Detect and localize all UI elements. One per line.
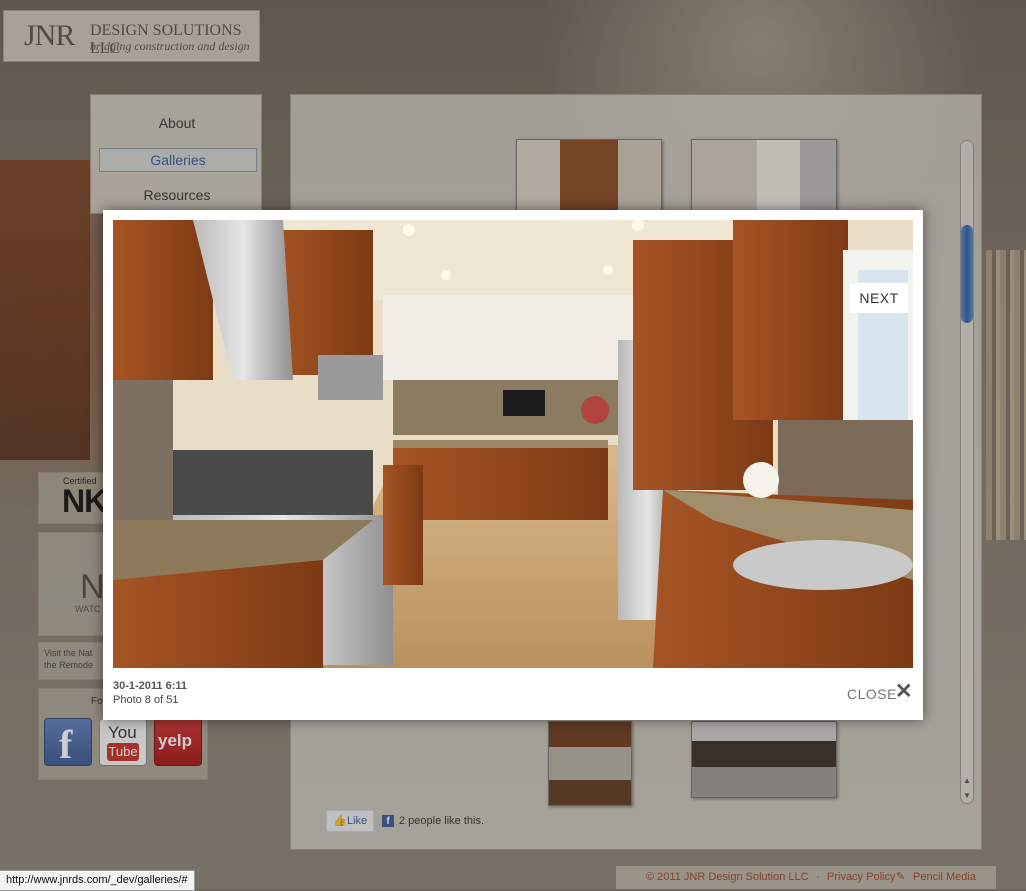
browser-status-bar: http://www.jnrds.com/_dev/galleries/#	[0, 870, 195, 891]
status-url: http://www.jnrds.com/_dev/galleries/#	[6, 874, 188, 886]
photo-counter: Photo 8 of 51	[113, 694, 179, 706]
lightbox-photo[interactable]	[113, 220, 913, 668]
close-button[interactable]: CLOSE	[847, 686, 897, 702]
photo-date: 30-1-2011 6:11	[113, 680, 188, 692]
next-button[interactable]: NEXT	[850, 283, 908, 313]
kitchen-photo-illustration	[113, 220, 913, 668]
close-icon[interactable]: ✕	[895, 681, 913, 702]
lightbox: NEXT 30-1-2011 6:11 Photo 8 of 51 CLOSE …	[103, 210, 923, 720]
